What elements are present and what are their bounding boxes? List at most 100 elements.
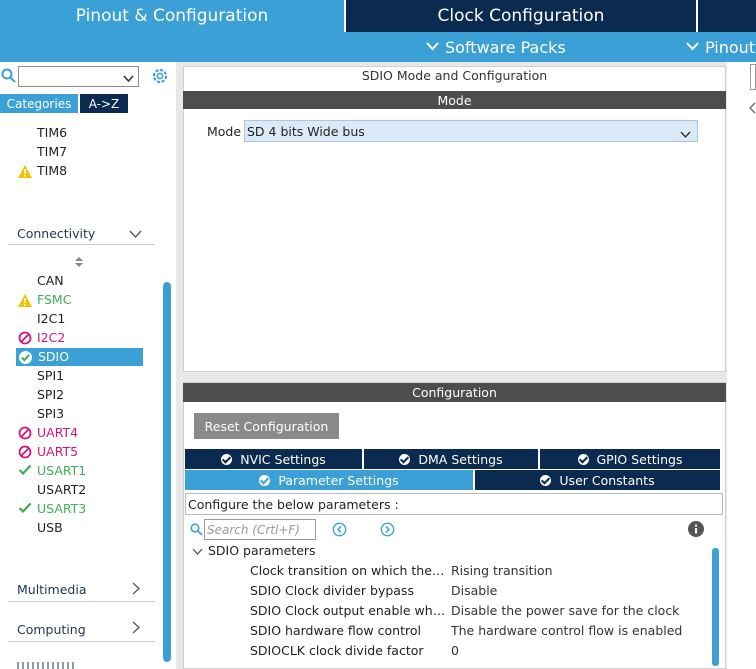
search-placeholder: Search (Crtl+F) bbox=[207, 523, 300, 537]
spi2-label: SPI2 bbox=[37, 387, 65, 402]
list-item-sdio-selected[interactable] bbox=[16, 348, 143, 366]
list-item-uart5[interactable]: UART5 bbox=[37, 443, 78, 461]
check-circle-icon bbox=[577, 453, 589, 465]
param-name-text: Clock transition on which the bit... bbox=[250, 563, 448, 578]
uart5-label: UART5 bbox=[37, 444, 79, 459]
nvic-tab-label: NVIC Settings bbox=[240, 451, 326, 467]
next-match-icon[interactable] bbox=[380, 522, 395, 537]
param-name-text: SDIO hardware flow control bbox=[250, 623, 421, 638]
usart1-label: USART1 bbox=[37, 463, 87, 478]
warning-icon bbox=[18, 294, 32, 308]
usart3-label: USART3 bbox=[37, 501, 87, 516]
chevron-right-icon[interactable] bbox=[132, 582, 140, 598]
info-icon[interactable] bbox=[688, 521, 704, 537]
check-circle-icon bbox=[259, 474, 271, 486]
list-item-fsmc[interactable]: FSMC bbox=[37, 291, 71, 309]
param-value[interactable]: Disable the power save for the clock bbox=[451, 603, 679, 618]
warning-icon bbox=[18, 165, 32, 179]
param-name: Clock transition on which the bit... bbox=[250, 563, 448, 578]
connectivity-label: Connectivity bbox=[17, 226, 96, 241]
spi3-label: SPI3 bbox=[37, 406, 65, 421]
param-name-text: SDIO Clock divider bypass bbox=[250, 583, 414, 598]
section-divider bbox=[8, 601, 155, 602]
left-scrollbar[interactable] bbox=[163, 282, 171, 662]
software-packs-menu[interactable]: Software Packs bbox=[426, 37, 566, 57]
param-value[interactable]: Rising transition bbox=[451, 563, 553, 578]
param-name-text: SDIOCLK clock divide factor bbox=[250, 643, 424, 658]
right-scroll-handle[interactable] bbox=[750, 64, 756, 90]
section-divider bbox=[8, 244, 155, 245]
list-item-usart1[interactable]: USART1 bbox=[37, 462, 86, 480]
mode-select[interactable]: SD 4 bits Wide bus bbox=[244, 120, 698, 142]
chevron-down-icon[interactable] bbox=[192, 545, 203, 559]
check-circle-icon bbox=[540, 474, 552, 486]
reset-configuration-label: Reset Configuration bbox=[204, 418, 329, 434]
chevron-down-icon[interactable] bbox=[680, 127, 691, 142]
list-item-usart2[interactable]: USART2 bbox=[37, 481, 86, 499]
param-value[interactable]: Disable bbox=[451, 583, 497, 598]
tab-gpio-settings[interactable]: GPIO Settings bbox=[540, 449, 720, 469]
computing-section[interactable]: Computing bbox=[17, 622, 86, 637]
clipped-section bbox=[17, 662, 77, 669]
tab-parameter-settings[interactable]: Parameter Settings bbox=[185, 470, 473, 490]
list-item-tim6[interactable]: TIM6 bbox=[37, 124, 67, 142]
list-item-i2c1[interactable]: I2C1 bbox=[37, 310, 65, 328]
section-divider bbox=[8, 641, 155, 642]
list-item-spi1[interactable]: SPI1 bbox=[37, 367, 64, 385]
tab-dma-settings[interactable]: DMA Settings bbox=[364, 449, 538, 469]
params-scrollbar[interactable] bbox=[712, 548, 719, 666]
sdio-parameters-group[interactable]: SDIO parameters bbox=[208, 543, 316, 558]
mode-panel bbox=[183, 66, 726, 372]
connectivity-section[interactable]: Connectivity bbox=[17, 226, 95, 241]
list-item-can[interactable]: CAN bbox=[37, 272, 64, 290]
instruction-text: Configure the below parameters : bbox=[188, 497, 399, 512]
tab-nvic-settings[interactable]: NVIC Settings bbox=[185, 449, 362, 469]
chevron-down-icon bbox=[426, 39, 439, 55]
parameter-tab-label: Parameter Settings bbox=[278, 472, 399, 488]
param-value[interactable]: The hardware control flow is enabled bbox=[451, 623, 682, 638]
list-item-spi2[interactable]: SPI2 bbox=[37, 386, 64, 404]
param-name: SDIOCLK clock divide factor bbox=[250, 643, 448, 658]
param-value[interactable]: 0 bbox=[451, 643, 459, 658]
multimedia-section[interactable]: Multimedia bbox=[17, 582, 87, 597]
chevron-right-icon[interactable] bbox=[132, 621, 140, 637]
list-item-usb[interactable]: USB bbox=[37, 519, 63, 537]
chevron-down-icon[interactable] bbox=[129, 228, 142, 242]
check-icon bbox=[18, 502, 32, 516]
list-item-uart4[interactable]: UART4 bbox=[37, 424, 78, 442]
pinout-label: Pinout bbox=[705, 37, 756, 57]
gear-icon[interactable] bbox=[150, 66, 170, 86]
tab-clock-label: Clock Configuration bbox=[437, 6, 605, 26]
az-tab[interactable]: A->Z bbox=[80, 94, 128, 113]
list-item-i2c2[interactable]: I2C2 bbox=[37, 329, 65, 347]
param-value-text: 0 bbox=[451, 643, 459, 658]
tab-user-constants[interactable]: User Constants bbox=[475, 470, 720, 490]
param-value-text: The hardware control flow is enabled bbox=[451, 623, 683, 638]
list-item-tim8[interactable]: TIM8 bbox=[37, 162, 67, 180]
disabled-icon bbox=[18, 426, 32, 440]
list-item-usart3[interactable]: USART3 bbox=[37, 500, 86, 518]
i2c2-label: I2C2 bbox=[37, 330, 66, 345]
tab-pinout-configuration[interactable]: Pinout & Configuration bbox=[0, 0, 344, 32]
list-item-spi3[interactable]: SPI3 bbox=[37, 405, 64, 423]
software-packs-label: Software Packs bbox=[445, 37, 566, 57]
mode-config-title-text: SDIO Mode and Configuration bbox=[361, 68, 548, 83]
component-search-combobox[interactable] bbox=[18, 66, 139, 87]
chevron-down-icon[interactable] bbox=[123, 72, 134, 86]
sort-icon[interactable] bbox=[74, 256, 84, 271]
reset-configuration-button[interactable]: Reset Configuration bbox=[194, 413, 339, 439]
clipped-row bbox=[0, 113, 160, 119]
pinout-menu[interactable]: Pinout bbox=[686, 37, 755, 57]
list-item-sdio[interactable]: SDIO bbox=[38, 348, 69, 366]
check-circle-icon bbox=[221, 453, 233, 465]
search-icon bbox=[1, 68, 16, 83]
categories-tab[interactable]: Categories bbox=[0, 94, 78, 113]
list-item-tim7[interactable]: TIM7 bbox=[37, 143, 67, 161]
chevron-left-icon[interactable] bbox=[748, 102, 756, 114]
previous-match-icon[interactable] bbox=[332, 522, 347, 537]
tab-clock-configuration[interactable]: Clock Configuration bbox=[346, 0, 696, 32]
parameter-search-input[interactable]: Search (Crtl+F) bbox=[204, 519, 316, 540]
mode-config-title: SDIO Mode and Configuration bbox=[183, 68, 726, 86]
tab-overflow[interactable] bbox=[698, 0, 756, 32]
uart4-label: UART4 bbox=[37, 425, 79, 440]
